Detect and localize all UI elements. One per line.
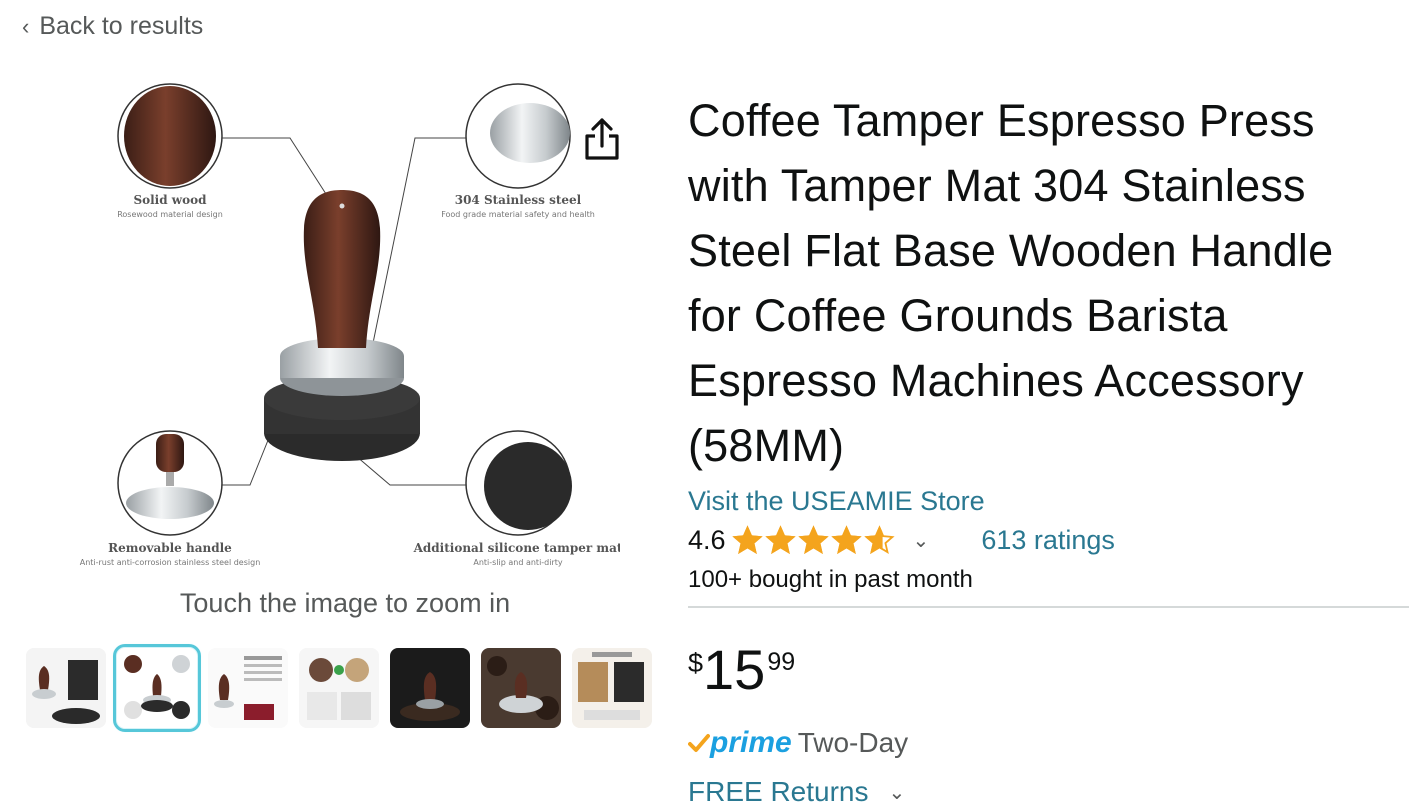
back-to-results-link[interactable]: ‹ Back to results xyxy=(22,12,203,41)
thumbnail-7[interactable] xyxy=(572,648,652,728)
tamper-illustration xyxy=(264,190,420,461)
svg-text:Additional silicone tamper mat: Additional silicone tamper mat xyxy=(413,541,620,555)
svg-text:Solid wood: Solid wood xyxy=(133,193,207,207)
main-product-image[interactable]: Solid wood Rosewood material design 304 … xyxy=(60,78,620,578)
share-icon[interactable] xyxy=(582,116,622,162)
thumbnail-6[interactable] xyxy=(481,648,561,728)
star-icon xyxy=(731,525,763,554)
chevron-down-icon[interactable]: ⌄ xyxy=(913,528,930,553)
store-link[interactable]: Visit the USEAMIE Store xyxy=(688,486,1398,517)
thumbnail-1[interactable] xyxy=(26,648,106,728)
removable-handle-callout: Removable handle Anti-rust anti-corrosio… xyxy=(80,430,261,567)
thumbnail-5[interactable] xyxy=(390,648,470,728)
star-rating[interactable] xyxy=(731,525,895,556)
price-whole: 15 xyxy=(703,638,766,701)
svg-text:Rosewood material design: Rosewood material design xyxy=(117,210,223,219)
free-returns-label: FREE Returns xyxy=(688,776,869,807)
svg-text:304 Stainless steel: 304 Stainless steel xyxy=(455,193,582,207)
svg-text:Food grade material safety and: Food grade material safety and health xyxy=(441,210,595,219)
zoom-hint: Touch the image to zoom in xyxy=(179,588,511,618)
silicone-mat-callout: Additional silicone tamper mat Anti-slip… xyxy=(413,430,620,567)
solid-wood-callout: Solid wood Rosewood material design xyxy=(117,83,223,219)
prime-delivery: prime Two-Day xyxy=(688,726,1398,760)
price-fraction: 99 xyxy=(767,648,796,676)
star-icon xyxy=(797,525,829,554)
prime-check-icon xyxy=(688,734,710,752)
ratings-count-link[interactable]: 613 ratings xyxy=(981,525,1115,556)
chevron-down-icon: ⌄ xyxy=(888,781,906,804)
back-label: Back to results xyxy=(39,12,204,40)
bought-in-past-month: 100+ bought in past month xyxy=(688,566,973,593)
thumbnail-3[interactable] xyxy=(208,648,288,728)
prime-label: prime xyxy=(710,726,792,759)
rating-value: 4.6 xyxy=(688,525,726,555)
product-title: Coffee Tamper Espresso Press with Tamper… xyxy=(688,95,1334,471)
star-icon xyxy=(764,525,796,554)
divider xyxy=(688,606,1409,608)
svg-text:Anti-rust anti-corrosion stain: Anti-rust anti-corrosion stainless steel… xyxy=(80,558,261,567)
price: $ 15 99 xyxy=(688,642,1398,698)
svg-text:Anti-slip and anti-dirty: Anti-slip and anti-dirty xyxy=(473,558,563,567)
back-chevron-icon: ‹ xyxy=(22,13,30,39)
stainless-steel-callout: 304 Stainless steel Food grade material … xyxy=(441,83,595,219)
thumbnail-4[interactable] xyxy=(299,648,379,728)
product-info: Coffee Tamper Espresso Press with Tamper… xyxy=(688,88,1409,808)
rating-row: 4.6 ⌄ 613 ratings xyxy=(688,525,1398,556)
delivery-speed: Two-Day xyxy=(797,727,909,758)
svg-text:Removable handle: Removable handle xyxy=(108,541,232,555)
star-icon xyxy=(830,525,862,554)
thumbnail-2[interactable] xyxy=(113,644,201,732)
free-returns-link[interactable]: FREE Returns ⌄ xyxy=(688,776,1398,808)
thumbnail-strip xyxy=(26,644,652,732)
star-icon xyxy=(863,525,895,554)
price-symbol: $ xyxy=(688,648,704,678)
